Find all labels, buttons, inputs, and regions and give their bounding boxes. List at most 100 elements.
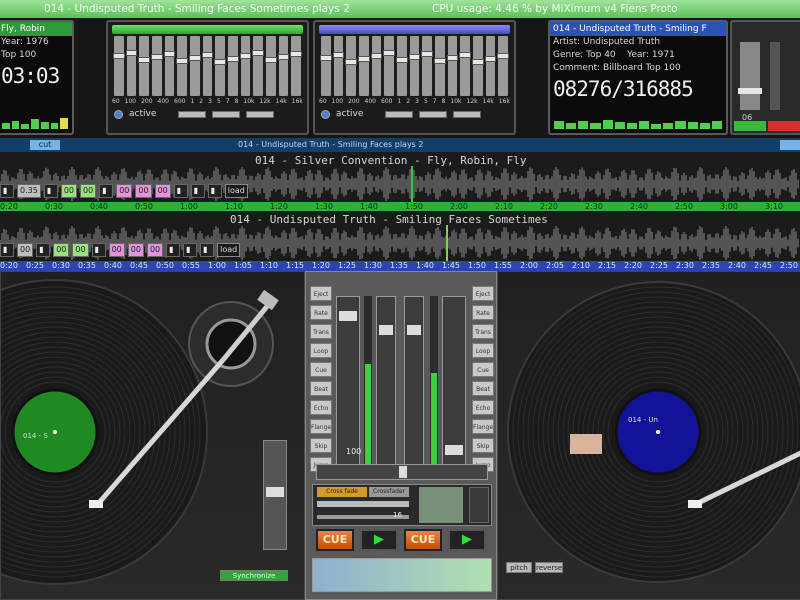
wave-bot-btn-2[interactable]: ▮ bbox=[36, 243, 51, 257]
mixer-side-button[interactable]: Loop bbox=[310, 343, 332, 358]
eq-band-slider[interactable] bbox=[497, 36, 510, 96]
eq-left-sliders[interactable] bbox=[108, 34, 307, 98]
wave-top-load-button[interactable]: load bbox=[224, 184, 248, 198]
wave-bot-ctrl-4[interactable]: 00 bbox=[108, 243, 125, 257]
wave-bot-ctrl-6[interactable]: 00 bbox=[146, 243, 164, 257]
mixer-side-button[interactable]: Beat bbox=[472, 381, 494, 396]
eq-left-preset-button[interactable] bbox=[178, 110, 207, 118]
channel-fader-right[interactable] bbox=[442, 296, 466, 466]
wave-top-ctrl-5[interactable]: 00 bbox=[135, 184, 152, 198]
cut-button[interactable]: cut bbox=[30, 140, 60, 150]
eq-band-slider[interactable] bbox=[214, 36, 227, 96]
wave-top-btn-3[interactable]: ▮ bbox=[99, 184, 114, 198]
eq-band-slider[interactable] bbox=[358, 36, 370, 96]
eq-band-slider[interactable] bbox=[151, 36, 163, 96]
eq-band-slider[interactable] bbox=[252, 36, 265, 96]
play-button-left[interactable]: ▶ bbox=[360, 529, 398, 551]
wave-bot-btn-3[interactable]: ▮ bbox=[91, 243, 106, 257]
wave-bot-load-button[interactable]: load bbox=[217, 243, 241, 257]
mixer-side-button[interactable]: Skip bbox=[472, 438, 494, 453]
mixer-side-button[interactable]: Skip bbox=[310, 438, 332, 453]
wave-bot-btn-6[interactable]: ▮ bbox=[200, 243, 215, 257]
eq-band-slider[interactable] bbox=[290, 36, 303, 96]
mixer-side-button[interactable]: Trans bbox=[310, 324, 332, 339]
eq-band-slider[interactable] bbox=[227, 36, 239, 96]
eq-band-slider[interactable] bbox=[446, 36, 459, 96]
eq-band-slider[interactable] bbox=[113, 36, 125, 96]
master-stop-button[interactable] bbox=[768, 121, 800, 131]
wave-top-btn-4[interactable]: ▮ bbox=[173, 184, 188, 198]
mixer-side-button[interactable]: Beat bbox=[310, 381, 332, 396]
eq-right-active-toggle[interactable] bbox=[321, 109, 330, 119]
eq-band-slider[interactable] bbox=[484, 36, 497, 96]
fx-range-slider[interactable] bbox=[317, 501, 409, 507]
eq-band-slider[interactable] bbox=[176, 36, 189, 96]
crossfader[interactable] bbox=[316, 464, 488, 480]
eq-band-slider[interactable] bbox=[265, 36, 277, 96]
mixer-side-button[interactable]: Cue bbox=[310, 362, 332, 377]
mixer-side-button[interactable]: Cue bbox=[472, 362, 494, 377]
eq-band-slider[interactable] bbox=[408, 36, 421, 96]
eq-band-slider[interactable] bbox=[201, 36, 214, 96]
pitch-button-right[interactable]: pitch bbox=[506, 562, 532, 573]
mixer-side-button[interactable]: Trans bbox=[472, 324, 494, 339]
eq-band-slider[interactable] bbox=[472, 36, 484, 96]
eq-right-load-button[interactable] bbox=[419, 110, 448, 118]
wave-top-btn-5[interactable]: ▮ bbox=[190, 184, 205, 198]
eq-left-active-toggle[interactable] bbox=[114, 109, 123, 119]
master-record-button[interactable] bbox=[734, 121, 766, 131]
timeline-bottom[interactable]: 0:20 0:25 0:30 0:35 0:40 0:45 0:50 0:55 1:00 1:05… bbox=[0, 261, 800, 271]
wave-top-ctrl-2[interactable]: 00 bbox=[60, 184, 77, 198]
waveform-top-playhead[interactable] bbox=[411, 166, 413, 202]
eq-band-slider[interactable] bbox=[320, 36, 332, 96]
play-button-right[interactable]: ▶ bbox=[448, 529, 486, 551]
wave-top-btn-6[interactable]: ▮ bbox=[207, 184, 222, 198]
eq-band-slider[interactable] bbox=[125, 36, 138, 96]
eq-band-slider[interactable] bbox=[277, 36, 290, 96]
eq-band-slider[interactable] bbox=[189, 36, 201, 96]
mixer-side-button[interactable]: Eject bbox=[472, 286, 494, 301]
wave-top-ctrl-4[interactable]: 00 bbox=[116, 184, 133, 198]
synchronize-button[interactable]: Synchronize bbox=[220, 570, 288, 581]
mixer-side-button[interactable]: Echo bbox=[472, 400, 494, 415]
wave-bot-ctrl-3[interactable]: 00 bbox=[72, 243, 89, 257]
eq-left-load-button[interactable] bbox=[212, 110, 241, 118]
eq-right-preset-button[interactable] bbox=[385, 110, 414, 118]
mixer-side-button[interactable]: Rate bbox=[472, 305, 494, 320]
gain-fader-left[interactable] bbox=[376, 296, 396, 466]
turntable-right[interactable]: 014 - Un pitch reverse bbox=[497, 271, 800, 600]
tab-crossfade[interactable]: Cross fade bbox=[317, 487, 367, 497]
channel-fader-left[interactable] bbox=[336, 296, 360, 466]
reverse-button-right[interactable]: reverse bbox=[535, 562, 563, 573]
wave-bot-btn-5[interactable]: ▮ bbox=[183, 243, 198, 257]
wave-top-ctrl-6[interactable]: 00 bbox=[154, 184, 171, 198]
mixer-side-button[interactable]: Flange bbox=[310, 419, 332, 434]
master-volume-slider[interactable] bbox=[738, 42, 762, 110]
wave-top-btn-1[interactable]: ▮ bbox=[0, 184, 14, 198]
pitch-slider-left[interactable] bbox=[263, 440, 287, 550]
mixer-side-button[interactable]: Flange bbox=[472, 419, 494, 434]
turntable-left[interactable]: 014 - S Synchronize bbox=[0, 271, 305, 600]
cue-button-left[interactable]: CUE bbox=[316, 529, 354, 551]
start-button[interactable] bbox=[780, 140, 800, 150]
eq-band-slider[interactable] bbox=[383, 36, 396, 96]
wave-bot-ctrl-5[interactable]: 00 bbox=[127, 243, 144, 257]
eq-band-slider[interactable] bbox=[239, 36, 252, 96]
eq-band-slider[interactable] bbox=[434, 36, 446, 96]
eq-band-slider[interactable] bbox=[332, 36, 345, 96]
wave-top-btn-2[interactable]: ▮ bbox=[43, 184, 58, 198]
waveform-bottom[interactable]: 014 - Undisputed Truth - Smiling Faces S… bbox=[0, 211, 800, 261]
eq-right-sliders[interactable] bbox=[315, 34, 514, 98]
eq-band-slider[interactable] bbox=[163, 36, 176, 96]
eq-band-slider[interactable] bbox=[421, 36, 434, 96]
wave-bot-ctrl-2[interactable]: 00 bbox=[53, 243, 70, 257]
wave-bot-btn-1[interactable]: ▮ bbox=[0, 243, 14, 257]
eq-left-save-button[interactable] bbox=[246, 110, 275, 118]
eq-band-slider[interactable] bbox=[459, 36, 472, 96]
eq-band-slider[interactable] bbox=[396, 36, 408, 96]
mixer-side-button[interactable]: Loop bbox=[472, 343, 494, 358]
mixer-side-button[interactable]: Eject bbox=[310, 286, 332, 301]
eq-band-slider[interactable] bbox=[370, 36, 383, 96]
eq-band-slider[interactable] bbox=[138, 36, 151, 96]
waveform-bottom-playhead[interactable] bbox=[446, 225, 448, 261]
